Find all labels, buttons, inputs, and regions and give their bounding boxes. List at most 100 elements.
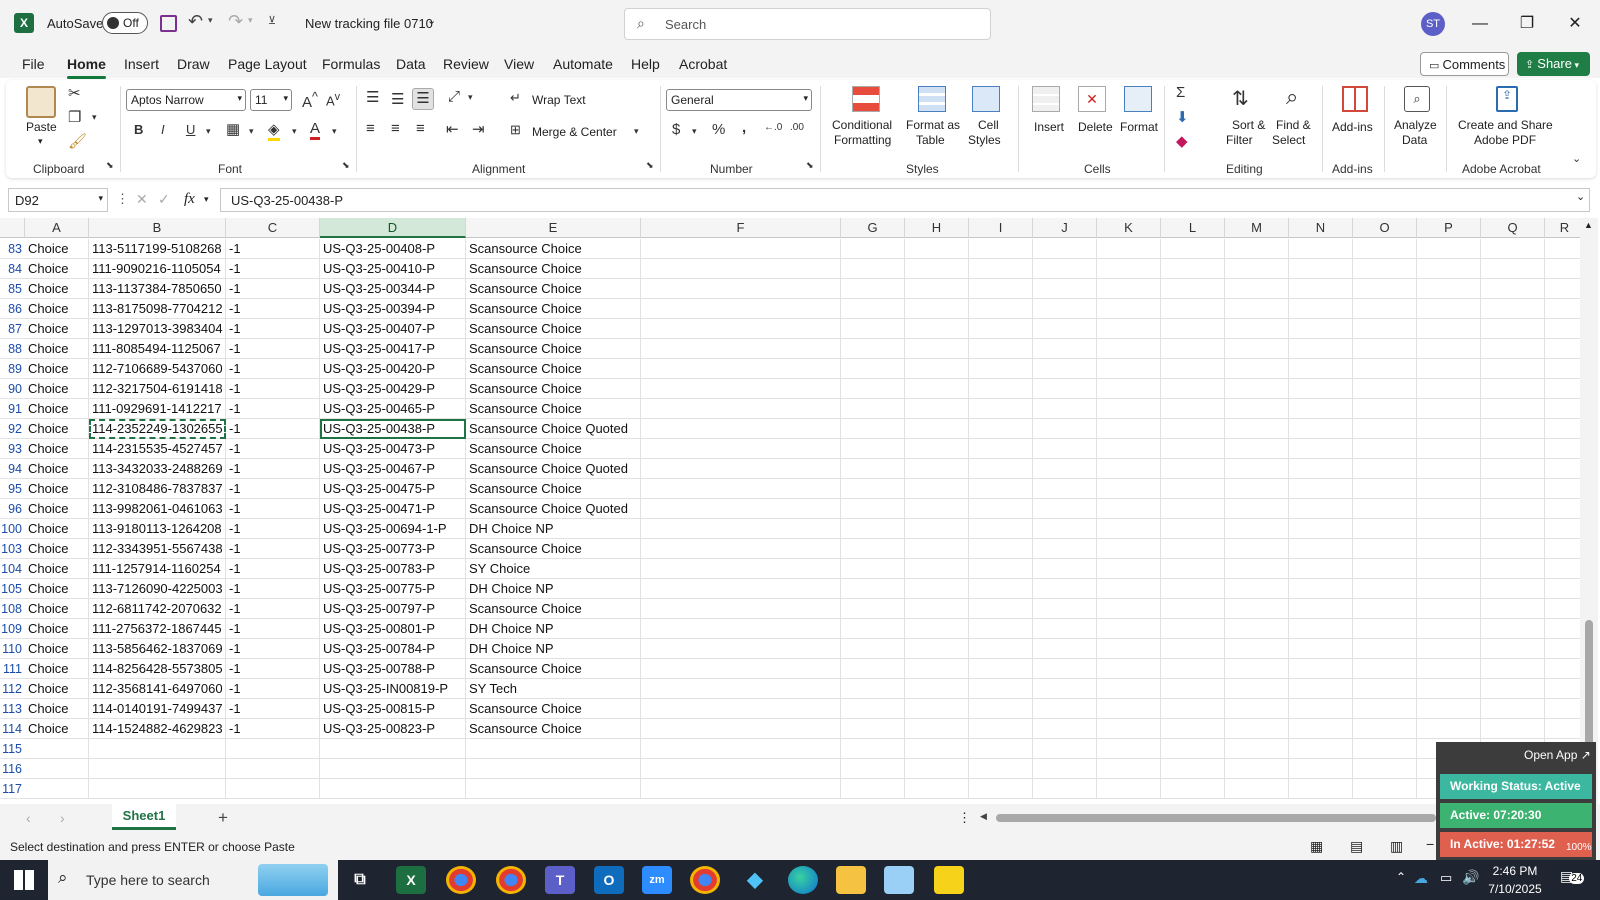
tab-acrobat[interactable]: Acrobat — [679, 56, 727, 72]
cell-f[interactable] — [641, 659, 841, 679]
cell-g[interactable] — [841, 679, 905, 699]
cell-b[interactable]: 111-8085494-1125067 — [89, 339, 226, 359]
cell-r[interactable] — [1545, 419, 1580, 439]
next-sheet-icon[interactable]: › — [60, 810, 65, 826]
sort-filter-icon[interactable]: ⇅ — [1232, 86, 1249, 111]
borders-icon[interactable]: ▦ — [226, 120, 240, 138]
cell-h[interactable] — [905, 739, 969, 759]
cell-p[interactable] — [1417, 659, 1481, 679]
cell-h[interactable] — [905, 699, 969, 719]
cell-k[interactable] — [1097, 379, 1161, 399]
cell-e[interactable]: SY Choice — [466, 559, 641, 579]
cell-i[interactable] — [969, 619, 1033, 639]
row-header[interactable]: 114 — [0, 719, 25, 739]
cell-e[interactable]: DH Choice NP — [466, 619, 641, 639]
cell-p[interactable] — [1417, 539, 1481, 559]
cell-o[interactable] — [1353, 759, 1417, 779]
cell-q[interactable] — [1481, 499, 1545, 519]
format-as-table-label-1[interactable]: Format as — [906, 118, 960, 133]
cell-h[interactable] — [905, 759, 969, 779]
align-center-icon[interactable]: ≡ — [391, 120, 400, 137]
cell-j[interactable] — [1033, 419, 1097, 439]
cell-h[interactable] — [905, 239, 969, 259]
cell-h[interactable] — [905, 419, 969, 439]
normal-view-icon[interactable]: ▦ — [1310, 838, 1323, 855]
cell-k[interactable] — [1097, 519, 1161, 539]
row-header[interactable]: 100 — [0, 519, 25, 539]
cell-b[interactable]: 113-5117199-5108268 — [89, 239, 226, 259]
cell-i[interactable] — [969, 599, 1033, 619]
cell-d[interactable]: US-Q3-25-00823-P — [320, 719, 466, 739]
taskbar-edge-icon[interactable] — [788, 866, 818, 894]
cell-q[interactable] — [1481, 439, 1545, 459]
cell-j[interactable] — [1033, 439, 1097, 459]
column-header-o[interactable]: O — [1353, 218, 1417, 238]
borders-dropdown-icon[interactable]: ▾ — [249, 126, 254, 137]
notifications-icon[interactable]: ▤24 — [1560, 868, 1585, 885]
collapse-ribbon-icon[interactable]: ⌄ — [1572, 152, 1581, 165]
cell-c[interactable]: -1 — [226, 559, 320, 579]
cell-i[interactable] — [969, 719, 1033, 739]
cell-b[interactable]: 114-8256428-5573805 — [89, 659, 226, 679]
cell-r[interactable] — [1545, 579, 1580, 599]
percent-icon[interactable]: % — [712, 121, 725, 138]
cell-r[interactable] — [1545, 619, 1580, 639]
cell-a[interactable]: Choice — [25, 319, 89, 339]
cell-o[interactable] — [1353, 519, 1417, 539]
cell-b[interactable]: 111-2756372-1867445 — [89, 619, 226, 639]
cell-j[interactable] — [1033, 319, 1097, 339]
cell-a[interactable]: Choice — [25, 419, 89, 439]
cell-p[interactable] — [1417, 599, 1481, 619]
column-header-e[interactable]: E — [466, 218, 641, 238]
cancel-icon[interactable]: ✕ — [136, 191, 148, 208]
cell-l[interactable] — [1161, 539, 1225, 559]
create-pdf-icon[interactable]: ⇪ — [1496, 86, 1518, 112]
cell-a[interactable]: Choice — [25, 659, 89, 679]
cell-f[interactable] — [641, 539, 841, 559]
cell-k[interactable] — [1097, 699, 1161, 719]
taskbar-teams-icon[interactable]: T — [545, 866, 575, 894]
cell-a[interactable]: Choice — [25, 379, 89, 399]
cell-f[interactable] — [641, 719, 841, 739]
insert-cells-icon[interactable] — [1032, 86, 1060, 112]
column-header-q[interactable]: Q — [1481, 218, 1545, 238]
cell-h[interactable] — [905, 339, 969, 359]
cell-l[interactable] — [1161, 279, 1225, 299]
cell-e[interactable]: Scansource Choice — [466, 479, 641, 499]
cell-q[interactable] — [1481, 299, 1545, 319]
row-header[interactable]: 84 — [0, 259, 25, 279]
row-header[interactable]: 116 — [0, 759, 25, 779]
decrease-decimal-icon[interactable]: .00 — [790, 122, 804, 133]
cell-d[interactable]: US-Q3-25-00783-P — [320, 559, 466, 579]
cell-l[interactable] — [1161, 599, 1225, 619]
cell-b[interactable]: 112-3343951-5567438 — [89, 539, 226, 559]
wrap-text-button[interactable]: Wrap Text — [532, 93, 586, 108]
cell-a[interactable]: Choice — [25, 519, 89, 539]
cell-o[interactable] — [1353, 299, 1417, 319]
cell-j[interactable] — [1033, 259, 1097, 279]
cell-m[interactable] — [1225, 759, 1289, 779]
cell-c[interactable]: -1 — [226, 719, 320, 739]
cell-j[interactable] — [1033, 739, 1097, 759]
cell-g[interactable] — [841, 659, 905, 679]
row-header[interactable]: 108 — [0, 599, 25, 619]
cell-h[interactable] — [905, 499, 969, 519]
insert-function-icon[interactable]: fx — [184, 191, 195, 208]
close-icon[interactable]: ✕ — [1560, 10, 1590, 38]
row-header[interactable]: 88 — [0, 339, 25, 359]
taskbar-clock[interactable]: 2:46 PM 7/10/2025 — [1486, 862, 1544, 898]
cell-h[interactable] — [905, 299, 969, 319]
conditional-formatting-label-1[interactable]: Conditional — [832, 118, 892, 133]
italic-icon[interactable]: I — [161, 122, 165, 137]
cell-l[interactable] — [1161, 739, 1225, 759]
cell-d[interactable] — [320, 779, 466, 799]
cell-r[interactable] — [1545, 299, 1580, 319]
cell-n[interactable] — [1289, 419, 1353, 439]
cell-d[interactable]: US-Q3-25-00465-P — [320, 399, 466, 419]
cell-j[interactable] — [1033, 399, 1097, 419]
cell-n[interactable] — [1289, 779, 1353, 799]
vertical-scrollbar[interactable]: ▲ — [1580, 218, 1598, 804]
cell-i[interactable] — [969, 699, 1033, 719]
underline-icon[interactable]: U — [186, 122, 195, 137]
cell-i[interactable] — [969, 399, 1033, 419]
